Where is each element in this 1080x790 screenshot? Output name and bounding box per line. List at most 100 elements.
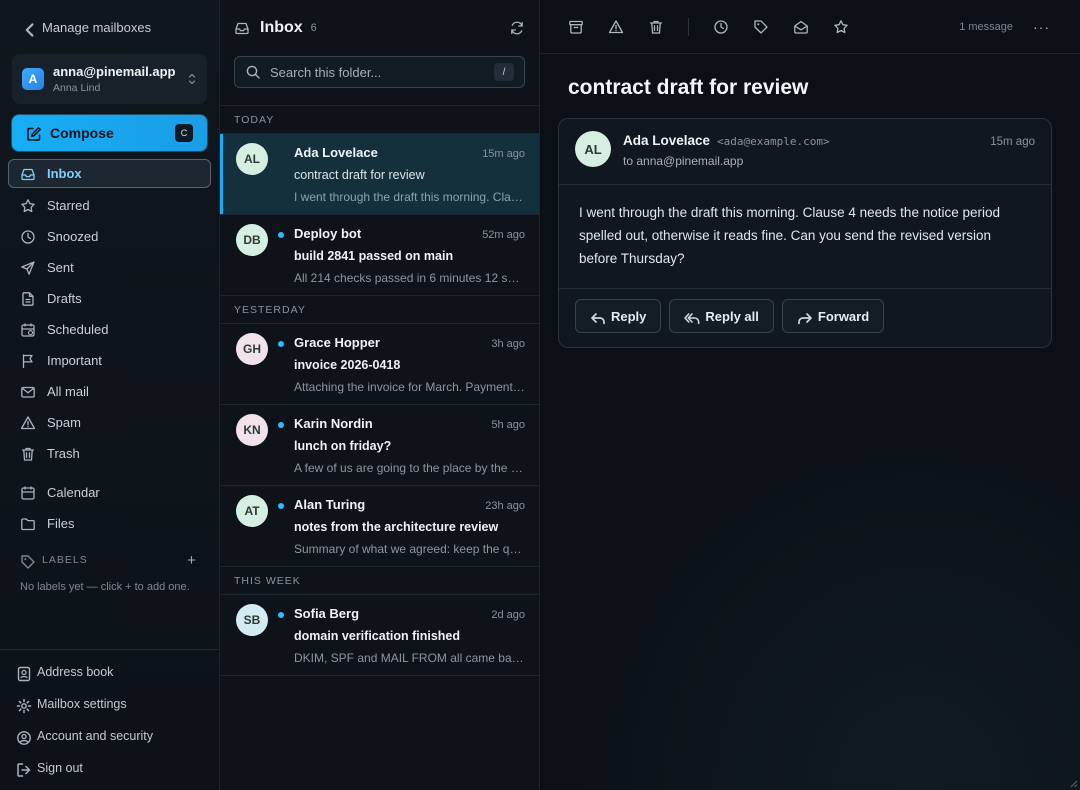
email-header: AL Ada Lovelace <ada@example.com> 15m ag… [559,119,1051,185]
inbox-icon [234,20,250,36]
star-icon[interactable] [833,19,849,35]
recipient: to anna@pinemail.app [623,154,744,168]
message-preview: Attaching the invoice for March. Payment… [294,380,525,394]
avatar: AL [236,143,268,175]
address-book-label: Address book [37,665,114,679]
avatar: DB [236,224,268,256]
reply-label: Reply [611,308,647,324]
list-header: Inbox 6 [220,0,539,56]
message-sender: Sofia Berg [294,606,360,621]
message-subject: build 2841 passed on main [294,249,454,263]
chevron-up-down-icon [187,72,197,86]
refresh-icon[interactable] [509,20,525,36]
message-time: 5h ago [491,419,525,431]
forward-button[interactable]: Forward [781,299,885,333]
mark-unread-icon[interactable] [793,19,809,35]
message-row[interactable]: AT Alan Turing 23h ago notes from the ar… [220,486,539,567]
sidebar-item-drafts[interactable]: Drafts [0,283,219,314]
sidebar-item-label: Important [47,353,102,368]
sidebar-item-trash[interactable]: Trash [0,438,219,469]
reply-all-icon [684,310,700,325]
mailbox-settings-link[interactable]: Mailbox settings [0,688,219,720]
email-card: AL Ada Lovelace <ada@example.com> 15m ag… [558,118,1052,348]
message-sender: Karin Nordin [294,416,373,431]
search-box[interactable]: / [234,56,525,88]
folder-icon [20,516,36,532]
account-security-link[interactable]: Account and security [0,720,219,752]
tag-icon [20,554,35,569]
sidebar-item-label: Scheduled [47,322,109,337]
sign-out-icon [16,762,31,777]
message-row[interactable]: AL Ada Lovelace 15m ago contract draft f… [220,134,539,215]
account-security-label: Account and security [37,729,154,743]
group-label: YESTERDAY [220,296,539,324]
message-row[interactable]: GH Grace Hopper 3h ago invoice 2026-0418… [220,324,539,405]
message-time: 2d ago [491,609,525,621]
reply-all-button[interactable]: Reply all [669,299,774,333]
toolbar-divider [688,17,689,36]
calendar-clock-icon [20,322,36,338]
forward-label: Forward [817,308,870,324]
message-row[interactable]: SB Sofia Berg 2d ago domain verification… [220,595,539,676]
sidebar-item-snoozed[interactable]: Snoozed [0,221,219,252]
sidebar-item-all-mail[interactable]: All mail [0,376,219,407]
reply-icon [590,310,605,325]
message-preview: All 214 checks passed in 6 minutes 12 se… [294,271,525,285]
message-list-pane: Inbox 6 / TODAY AL Ada Lovelace 15m ago … [220,0,540,790]
compose-button[interactable]: Compose C [12,115,207,151]
reply-all-label: Reply all [705,308,759,324]
message-row[interactable]: DB Deploy bot 52m ago build 2841 passed … [220,215,539,296]
sign-out-label: Sign out [37,761,83,775]
message-list: TODAY AL Ada Lovelace 15m ago contract d… [220,105,539,676]
sidebar-item-inbox[interactable]: Inbox [8,159,211,188]
manage-mailboxes-link[interactable]: Manage mailboxes [0,0,219,54]
avatar: KN [236,414,268,446]
label-icon[interactable] [753,19,769,35]
message-preview: DKIM, SPF and MAIL FROM all came back gr… [294,651,525,665]
message-time: 15m ago [482,148,525,160]
draft-icon [20,291,36,307]
search-input[interactable] [270,64,485,80]
sidebar-item-scheduled[interactable]: Scheduled [0,314,219,345]
email-body: I went through the draft this morning. C… [559,185,1051,289]
calendar-icon [20,485,36,501]
sidebar-item-starred[interactable]: Starred [0,190,219,221]
folder-nav: Inbox Starred Snoozed Sent Drafts Schedu… [0,159,219,539]
manage-mailboxes-label: Manage mailboxes [42,19,152,35]
compose-icon [26,126,41,141]
folder-count: 6 [310,22,317,34]
sidebar-item-important[interactable]: Important [0,345,219,376]
unread-indicator [278,232,284,238]
unread-indicator [278,503,284,509]
sidebar-item-files[interactable]: Files [0,508,219,539]
reply-button[interactable]: Reply [575,299,662,333]
message-time: 23h ago [485,500,525,512]
account-switcher[interactable]: A anna@pinemail.app Anna Lind [12,54,207,104]
sidebar-item-label: Drafts [47,291,82,306]
avatar: GH [236,333,268,365]
sidebar-item-sent[interactable]: Sent [0,252,219,283]
resize-handle[interactable] [1070,780,1078,788]
report-spam-icon[interactable] [608,19,624,35]
account-email: anna@pinemail.app [53,64,176,79]
sign-out-link[interactable]: Sign out [0,752,219,784]
message-sender: Deploy bot [294,226,362,241]
more-options-icon[interactable]: ··· [1033,19,1050,35]
search-icon [245,64,261,80]
sidebar-item-calendar[interactable]: Calendar [0,477,219,508]
sidebar-item-label: Calendar [47,485,100,500]
address-book-link[interactable]: Address book [0,656,219,688]
add-label-button[interactable]: + [185,552,199,569]
compose-shortcut: C [175,124,193,142]
sidebar-item-label: Inbox [47,166,82,181]
sidebar-item-spam[interactable]: Spam [0,407,219,438]
labels-header: LABELS + [0,551,219,569]
archive-icon[interactable] [568,19,584,35]
snooze-icon[interactable] [713,19,729,35]
sidebar-item-label: Files [47,516,75,531]
delete-icon[interactable] [648,19,664,35]
inbox-icon [20,166,36,182]
compose-label: Compose [50,125,114,141]
message-row[interactable]: KN Karin Nordin 5h ago lunch on friday? … [220,405,539,486]
message-sender: Grace Hopper [294,335,380,350]
